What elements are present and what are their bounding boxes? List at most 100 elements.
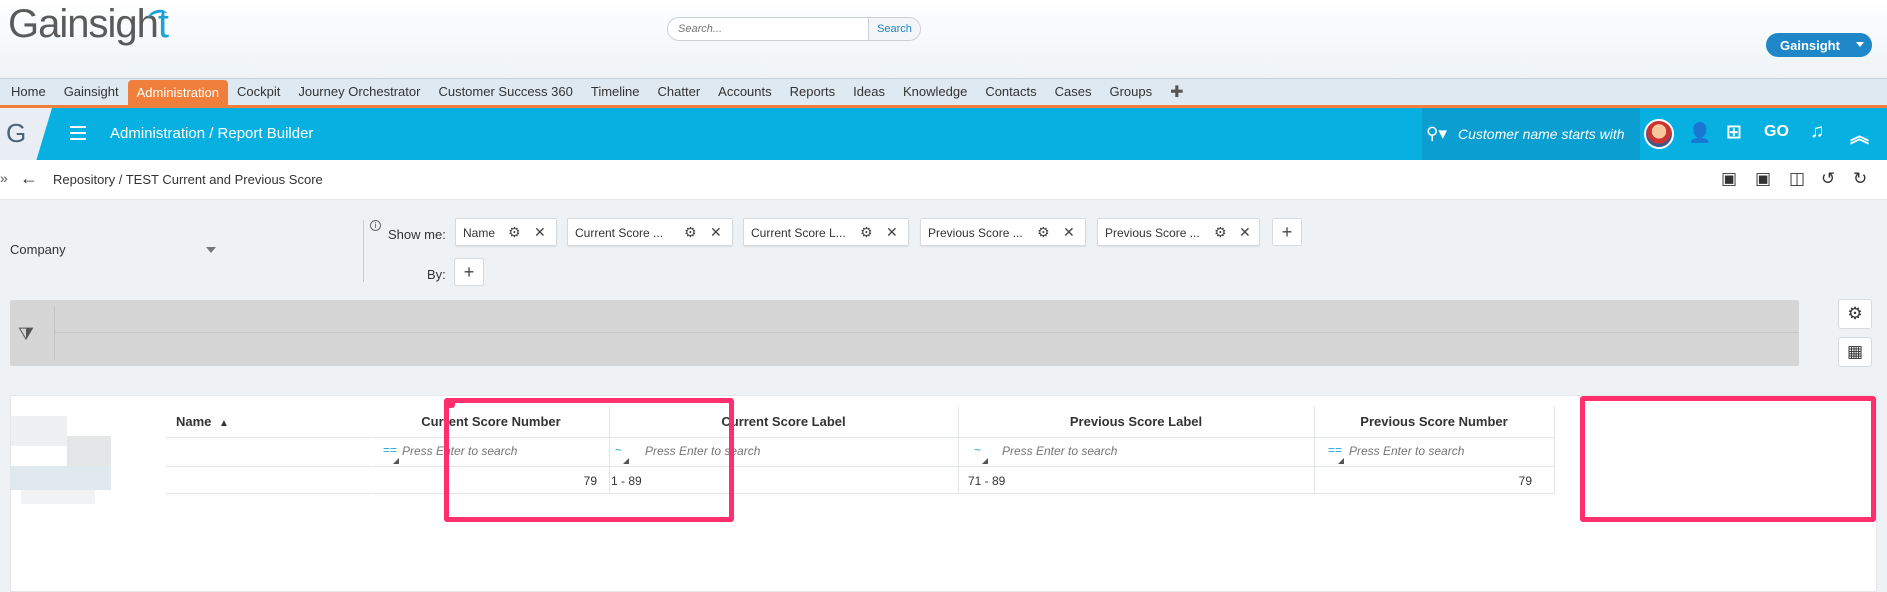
field-chip-label: Name	[463, 226, 496, 240]
table-cell-previous-score-number[interactable]: 79	[1314, 468, 1554, 494]
gear-icon[interactable]: ⚙	[684, 224, 697, 241]
table-cell-name[interactable]	[166, 468, 372, 494]
main-nav: Home Gainsight Administration Cockpit Journe…	[0, 78, 1887, 108]
search-icon[interactable]: ⚲▾	[1426, 124, 1447, 144]
field-chip[interactable]: Current Score ... ⚙ ✕	[567, 218, 733, 246]
nav-item-contacts[interactable]: Contacts	[976, 80, 1045, 104]
go-icon[interactable]: GO	[1764, 123, 1789, 141]
close-icon[interactable]: ✕	[534, 224, 546, 241]
nav-item-home[interactable]: Home	[2, 80, 55, 104]
hierarchy-icon[interactable]: ⊞	[1726, 121, 1742, 144]
column-divider[interactable]	[958, 406, 959, 494]
global-search-box: Search	[667, 17, 921, 41]
nav-item-chatter[interactable]: Chatter	[649, 80, 710, 104]
filter-panel: ⧩	[10, 300, 1799, 366]
filter-cell-previous-score-number: ==	[1314, 439, 1554, 467]
settings-gear-icon[interactable]: ⚙	[1838, 299, 1872, 329]
blurred-content	[67, 436, 111, 466]
add-filter-icon[interactable]: ⧩	[18, 324, 34, 345]
highlight-box-previous-score-number	[1580, 396, 1876, 522]
show-me-label: Show me:	[388, 227, 446, 242]
nav-item-ideas[interactable]: Ideas	[844, 80, 894, 104]
collapse-icon[interactable]: ︽	[1850, 121, 1869, 148]
account-label: Gainsight	[1780, 37, 1840, 53]
gear-icon[interactable]: ⚙	[508, 224, 521, 241]
field-chip-label: Previous Score ...	[928, 226, 1023, 240]
gainsight-logo[interactable]: Gainsight	[8, 2, 169, 47]
breadcrumb-bar: » ← Repository / TEST Current and Previo…	[0, 160, 1887, 200]
page-title: Administration / Report Builder	[110, 125, 314, 142]
nav-item-gainsight[interactable]: Gainsight	[55, 80, 128, 104]
refresh-icon[interactable]: ↻	[1853, 169, 1867, 189]
nav-item-cases[interactable]: Cases	[1046, 80, 1101, 104]
table-cell-previous-score-label[interactable]: 71 - 89	[958, 468, 1314, 494]
field-chip[interactable]: Previous Score ... ⚙ ✕	[920, 218, 1086, 246]
column-divider[interactable]	[1314, 406, 1315, 494]
table-view-icon[interactable]: ▦	[1838, 337, 1872, 367]
column-divider[interactable]	[1554, 406, 1555, 494]
menu-icon[interactable]	[70, 126, 86, 140]
close-icon[interactable]: ✕	[710, 224, 722, 241]
operator-dropdown-icon[interactable]	[393, 458, 399, 464]
contains-operator-icon[interactable]: ~	[974, 443, 981, 457]
nav-item-groups[interactable]: Groups	[1100, 80, 1161, 104]
search-input[interactable]	[668, 18, 868, 40]
nav-item-reports[interactable]: Reports	[781, 80, 845, 104]
filter-input-previous-score-number[interactable]	[1349, 444, 1549, 458]
nav-item-timeline[interactable]: Timeline	[582, 80, 649, 104]
divider	[54, 306, 55, 360]
column-header-previous-score-label[interactable]: Previous Score Label	[958, 406, 1314, 438]
nav-item-cockpit[interactable]: Cockpit	[228, 80, 289, 104]
gear-icon[interactable]: ⚙	[1214, 224, 1227, 241]
user-admin-icon[interactable]: 👤	[1688, 121, 1712, 145]
chevron-down-icon[interactable]	[206, 247, 216, 253]
field-chip[interactable]: Previous Score ... ⚙ ✕	[1097, 218, 1260, 246]
divider	[54, 332, 1799, 333]
undo-icon[interactable]: ↺	[1821, 169, 1835, 189]
save-as-icon[interactable]: ▣	[1755, 169, 1771, 189]
operator-dropdown-icon[interactable]	[1338, 458, 1344, 464]
report-config-area: Company i Show me: By: Name ⚙ ✕ Current Sco…	[0, 200, 1887, 592]
gear-icon[interactable]: ⚙	[1037, 224, 1050, 241]
customer-search-hint: Customer name starts with	[1458, 126, 1625, 142]
info-icon[interactable]: i	[370, 220, 381, 231]
column-header-previous-score-number[interactable]: Previous Score Number	[1314, 406, 1554, 438]
account-menu-button[interactable]: Gainsight	[1766, 33, 1872, 57]
operator-dropdown-icon[interactable]	[982, 458, 988, 464]
equals-operator-icon[interactable]: ==	[1328, 443, 1342, 457]
add-group-by-button[interactable]: +	[454, 258, 484, 286]
app-badge-letter: G	[6, 118, 27, 148]
gear-icon[interactable]: ⚙	[860, 224, 873, 241]
add-field-button[interactable]: +	[1272, 218, 1302, 246]
field-chip-label: Current Score ...	[575, 226, 664, 240]
filter-input-previous-score-label[interactable]	[1002, 444, 1302, 458]
expand-sidebar-icon[interactable]: »	[0, 170, 8, 186]
close-icon[interactable]: ✕	[1063, 224, 1075, 241]
nav-item-customer-success-360[interactable]: Customer Success 360	[429, 80, 581, 104]
back-arrow-icon[interactable]: ←	[20, 168, 38, 189]
field-chip[interactable]: Current Score L... ⚙ ✕	[743, 218, 909, 246]
blurred-content	[11, 416, 67, 446]
nav-item-administration[interactable]: Administration	[127, 80, 228, 106]
avatar[interactable]	[1644, 119, 1674, 149]
equals-operator-icon[interactable]: ==	[383, 443, 397, 457]
close-icon[interactable]: ✕	[886, 224, 898, 241]
field-chip[interactable]: Name ⚙ ✕	[455, 218, 557, 246]
search-button[interactable]: Search	[868, 18, 920, 40]
nav-item-journey-orchestrator[interactable]: Journey Orchestrator	[289, 80, 429, 104]
sort-asc-icon[interactable]: ▲	[219, 418, 229, 429]
highlight-box-current-score-number	[444, 398, 734, 522]
top-header: Gainsight Search Gainsight	[0, 0, 1887, 78]
app-bar: G Administration / Report Builder ⚲▾ Cus…	[0, 108, 1887, 160]
nav-item-knowledge[interactable]: Knowledge	[894, 80, 976, 104]
column-header-name[interactable]: Name ▲	[166, 406, 372, 438]
nav-item-accounts[interactable]: Accounts	[709, 80, 780, 104]
object-select[interactable]: Company	[10, 242, 66, 257]
close-icon[interactable]: ✕	[1239, 224, 1251, 241]
save-icon[interactable]: ▣	[1721, 169, 1737, 189]
blurred-content	[11, 466, 111, 490]
field-chip-label: Previous Score ...	[1105, 226, 1200, 240]
add-to-dashboard-icon[interactable]: ◫	[1789, 169, 1805, 189]
add-tab-icon[interactable]: ✚	[1161, 82, 1192, 102]
bell-icon[interactable]: ♫	[1810, 121, 1824, 143]
